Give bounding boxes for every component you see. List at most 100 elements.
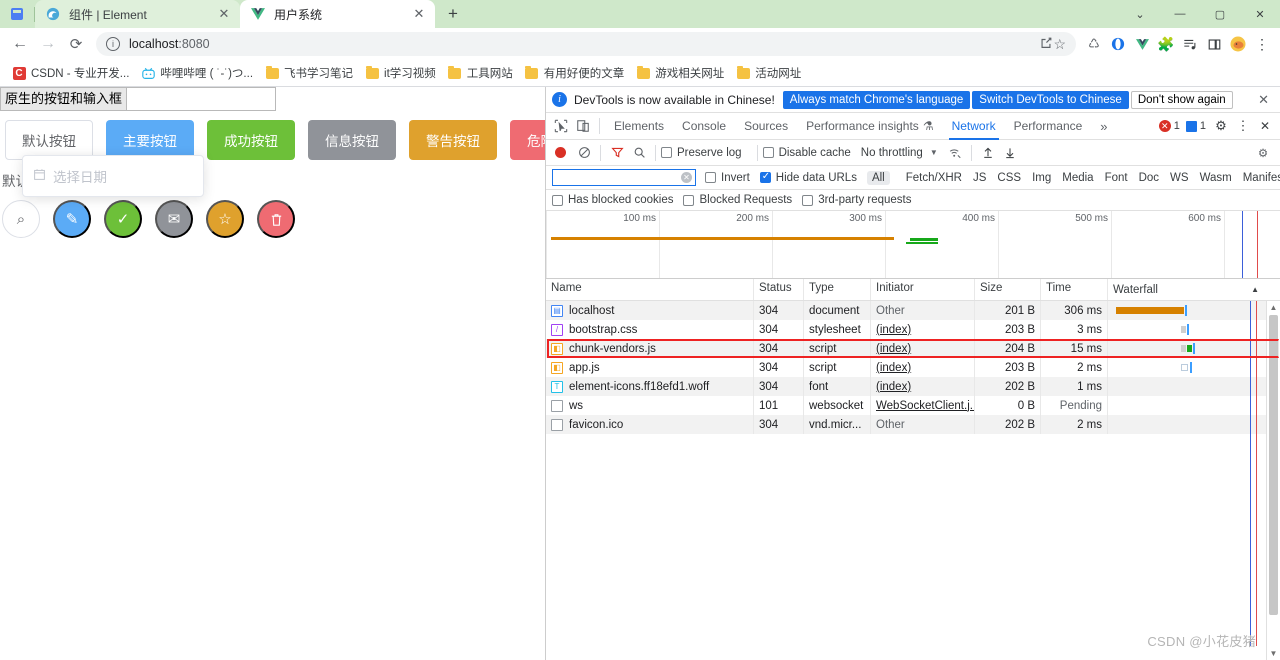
initiator-link[interactable]: WebSocketClient.j... [876,400,974,412]
bookmark-item[interactable]: 工具网站 [442,63,519,83]
bookmark-item[interactable]: 活动网址 [730,63,807,83]
table-row[interactable]: / bootstrap.css 304 stylesheet (index) 20… [546,320,1280,339]
filter-type-ws[interactable]: WS [1165,171,1194,185]
tab-search-icon[interactable]: ⌄ [1120,0,1160,28]
star-icon-button[interactable]: ☆ [206,200,244,238]
network-overview[interactable]: 100 ms 200 ms 300 ms 400 ms 500 ms 600 m… [546,211,1280,279]
column-header-waterfall[interactable]: Waterfall ▲ [1108,279,1280,300]
initiator-link[interactable]: (index) [876,362,911,374]
tab-close-icon[interactable]: ✕ [216,6,232,22]
disable-cache-checkbox[interactable]: Disable cache [762,147,851,159]
column-header-status[interactable]: Status [754,279,804,300]
warning-button[interactable]: 警告按钮 [409,120,497,160]
clear-filter-icon[interactable]: ✕ [681,172,692,183]
tab-console[interactable]: Console [673,113,735,140]
table-row[interactable]: favicon.ico 304 vnd.micr... Other 202 B … [546,415,1280,434]
vertical-scrollbar[interactable]: ▲ ▼ [1266,301,1280,660]
danger-button[interactable]: 危险按钮 [510,120,545,160]
error-count-badge[interactable]: ✕ 1 [1158,120,1180,132]
cell-initiator[interactable]: (index) [871,339,975,358]
table-row[interactable]: ws 101 websocket WebSocketClient.j... 0 … [546,396,1280,415]
filter-type-all[interactable]: All [866,170,890,185]
always-match-language-button[interactable]: Always match Chrome's language [782,90,971,109]
reload-icon[interactable]: ⟳ [62,30,90,58]
sidebar-icon[interactable] [1202,32,1226,56]
has-blocked-cookies-checkbox[interactable]: Has blocked cookies [552,194,673,206]
throttling-dropdown[interactable]: No throttling ▼ [861,147,938,159]
recycle-icon[interactable]: ♺ [1082,32,1106,56]
delete-icon-button[interactable] [257,200,295,238]
column-header-type[interactable]: Type [804,279,871,300]
column-header-size[interactable]: Size [975,279,1041,300]
filter-input[interactable]: ✕ [552,169,696,186]
search-icon-button[interactable]: ⌕ [2,200,40,238]
browser-tab-user-system[interactable]: 用户系统 ✕ [240,0,435,28]
hide-data-urls-checkbox[interactable]: Hide data URLs [759,171,857,184]
filter-type-font[interactable]: Font [1100,171,1133,185]
bookmark-item[interactable]: 有用好便的文章 [519,63,631,83]
share-icon[interactable] [1039,36,1053,53]
new-tab-button[interactable]: + [439,0,467,28]
clear-icon[interactable] [573,142,595,164]
address-bar[interactable]: i localhost:8080 ☆ [96,32,1076,56]
export-har-icon[interactable] [999,142,1021,164]
invert-checkbox[interactable]: Invert [705,172,750,184]
device-toolbar-icon[interactable] [572,115,594,137]
tab-sources[interactable]: Sources [735,113,797,140]
edit-icon-button[interactable]: ✎ [53,200,91,238]
bookmark-item[interactable]: 飞书学习笔记 [259,63,359,83]
inspect-element-icon[interactable] [550,115,572,137]
filter-type-doc[interactable]: Doc [1134,171,1164,185]
bookmark-item[interactable]: C CSDN - 专业开发... [6,63,135,83]
tab-network[interactable]: Network [943,113,1005,140]
window-close-button[interactable]: ✕ [1240,0,1280,28]
filter-type-media[interactable]: Media [1057,171,1098,185]
bookmark-star-icon[interactable]: ☆ [1053,36,1066,53]
scroll-down-arrow[interactable]: ▼ [1267,647,1280,660]
more-tabs-icon[interactable]: » [1091,113,1116,140]
record-button[interactable] [555,147,566,158]
window-maximize-button[interactable]: ▢ [1200,0,1240,28]
app-menu-icon[interactable] [0,0,34,28]
table-row[interactable]: Telement-icons.ff18efd1.woff 304 font (i… [546,377,1280,396]
filter-type-js[interactable]: JS [968,171,991,185]
table-row[interactable]: ▤ localhost 304 document Other 201 B 306 … [546,301,1280,320]
search-icon[interactable] [628,142,650,164]
bookmark-item[interactable]: 哔哩哔哩 ( ˙-˙)つ... [135,63,259,83]
filter-type-fetch-xhr[interactable]: Fetch/XHR [901,171,967,185]
network-settings-icon[interactable]: ⚙ [1252,142,1274,164]
preserve-log-checkbox[interactable]: Preserve log [661,147,742,159]
vue-devtools-icon[interactable] [1130,32,1154,56]
back-icon[interactable]: ← [6,30,34,58]
site-info-icon[interactable]: i [106,37,120,51]
import-har-icon[interactable] [977,142,999,164]
check-icon-button[interactable]: ✓ [104,200,142,238]
blocked-requests-checkbox[interactable]: Blocked Requests [683,194,792,206]
devtools-close-icon[interactable]: ✕ [1254,115,1276,137]
primary-button[interactable]: 主要按钮 [106,120,194,160]
message-count-badge[interactable]: 1 [1185,120,1206,132]
cell-initiator[interactable]: WebSocketClient.j... [871,396,975,415]
dog-avatar-icon[interactable] [1226,32,1250,56]
devtools-kebab-icon[interactable]: ⋮ [1232,115,1254,137]
opera-icon[interactable] [1106,32,1130,56]
table-row[interactable]: ◧ chunk-vendors.js 304 script (index) 204… [546,339,1280,358]
filter-text-field[interactable] [556,170,681,185]
initiator-link[interactable]: (index) [876,324,911,336]
cell-initiator[interactable]: (index) [871,358,975,377]
tab-close-icon[interactable]: ✕ [411,6,427,22]
filter-type-manifest[interactable]: Manifest [1238,171,1280,185]
info-button[interactable]: 信息按钮 [308,120,396,160]
cell-initiator[interactable]: (index) [871,320,975,339]
close-icon[interactable]: ✕ [1253,92,1274,108]
initiator-link[interactable]: (index) [876,381,911,393]
success-button[interactable]: 成功按钮 [207,120,295,160]
devtools-settings-icon[interactable]: ⚙ [1210,115,1232,137]
tab-elements[interactable]: Elements [605,113,673,140]
bookmark-item[interactable]: it学习视频 [359,63,442,83]
column-header-name[interactable]: Name [546,279,754,300]
column-header-initiator[interactable]: Initiator [871,279,975,300]
message-icon-button[interactable]: ✉ [155,200,193,238]
playlist-icon[interactable] [1178,32,1202,56]
initiator-link[interactable]: (index) [876,343,911,355]
